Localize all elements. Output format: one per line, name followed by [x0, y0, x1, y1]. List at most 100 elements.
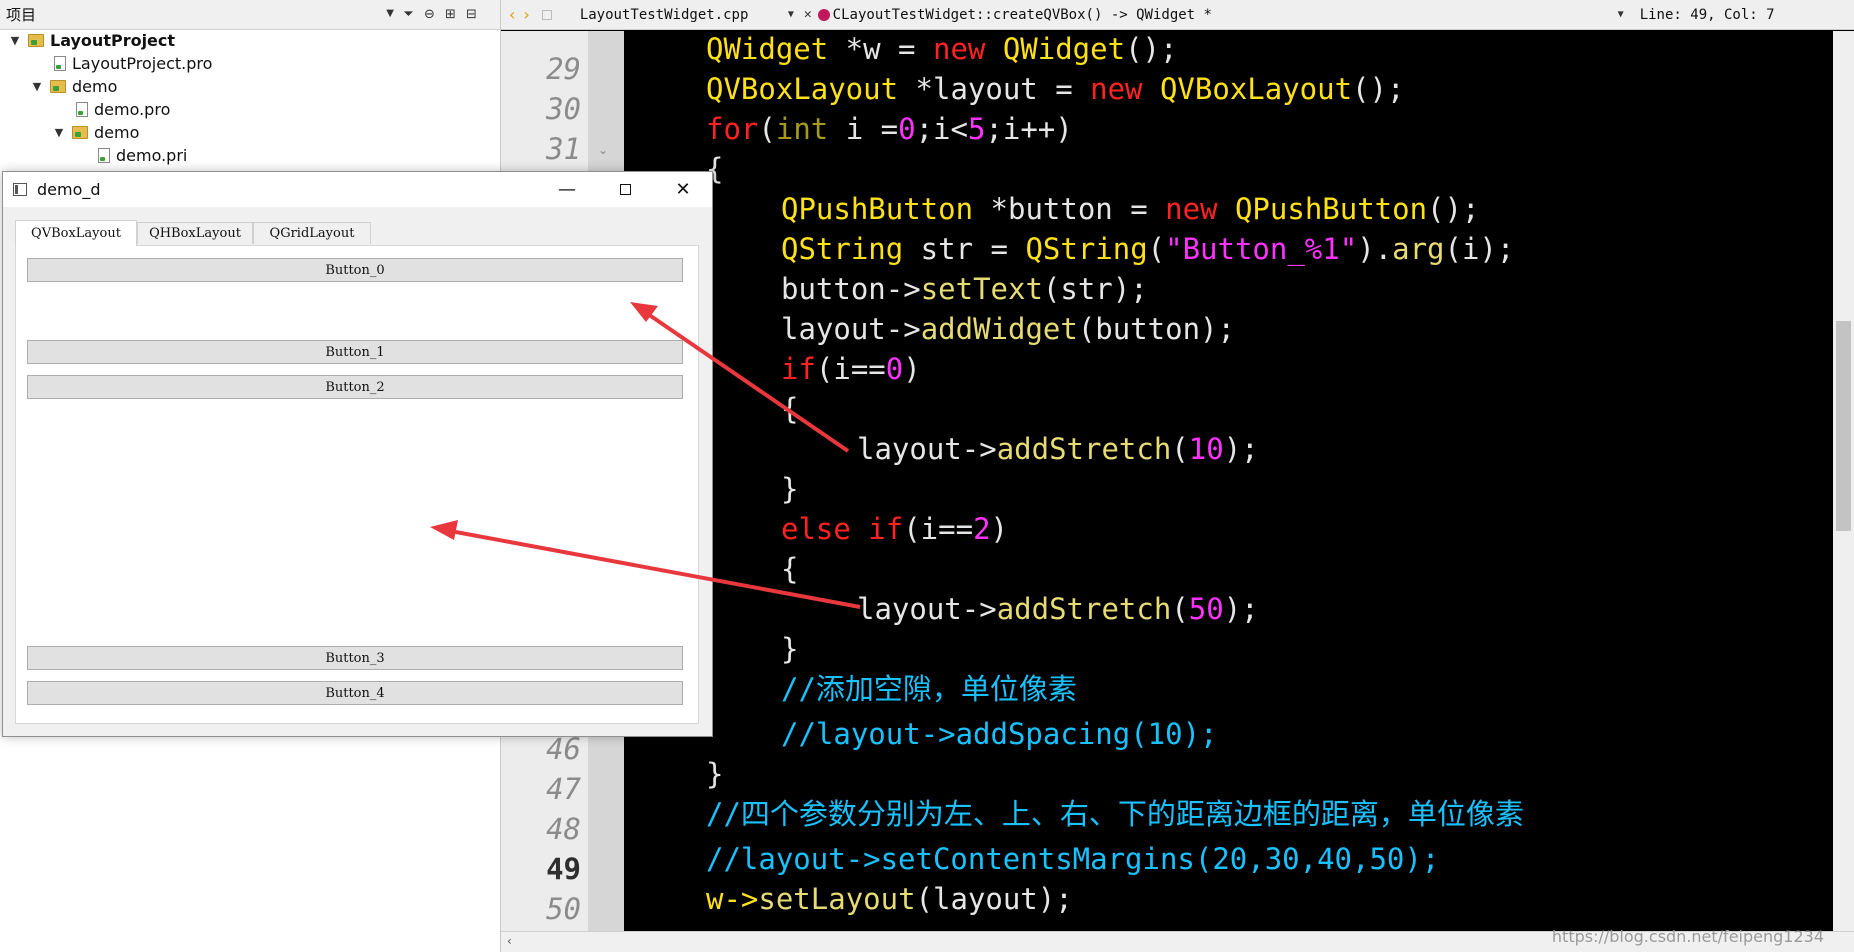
line-number: 29 [546, 52, 581, 86]
code-token: ( [1147, 232, 1166, 266]
code-line-29[interactable]: QWidget *w = new QWidget(); [706, 29, 1177, 69]
code-token: (i== [903, 512, 974, 546]
back-arrow-icon[interactable]: ‹ [509, 5, 515, 24]
button-0[interactable]: Button_0 [27, 258, 683, 282]
code-token: ); [1223, 432, 1259, 466]
code-line-36[interactable]: layout->addWidget(button); [781, 309, 1235, 349]
code-token: setText [920, 272, 1043, 306]
code-comment: //四个参数分别为左、上、右、下的距离边框的距离，单位像素 [706, 797, 1524, 831]
code-token: QWidget [706, 32, 829, 66]
code-line-34[interactable]: QString str = QString("Button_%1").arg(i… [781, 229, 1514, 269]
project-panel-header: 项目 ▼ ⏷ ⊖ ⊞ ⊟ [0, 0, 500, 30]
scroll-left-icon[interactable]: ‹ [507, 934, 512, 948]
code-line-37[interactable]: if(i==0) [781, 349, 921, 389]
minimize-button[interactable]: — [538, 172, 596, 207]
split-icon[interactable]: ⊞ [440, 4, 461, 26]
scrollbar-thumb[interactable] [1836, 321, 1851, 531]
code-line-47[interactable]: } [706, 754, 723, 794]
button-1[interactable]: Button_1 [27, 340, 683, 364]
close-panel-icon[interactable]: ⊟ [461, 4, 482, 26]
tab-qhboxlayout[interactable]: QHBoxLayout [137, 222, 253, 244]
code-line-31[interactable]: for(int i =0;i<5;i++) [706, 109, 1073, 149]
chevron-down-icon[interactable]: ▼ [30, 80, 44, 93]
chevron-down-icon[interactable]: ▼ [1618, 9, 1624, 20]
code-line-45[interactable]: //添加空隙，单位像素 [781, 669, 1077, 709]
code-token: ) [903, 352, 921, 386]
code-line-41[interactable]: else if(i==2) [781, 509, 1008, 549]
code-line-38[interactable]: { [781, 389, 798, 429]
tree-item-demo-pri[interactable]: demo.pri [98, 144, 187, 167]
code-line-42[interactable]: { [781, 549, 798, 589]
function-icon [817, 8, 830, 21]
code-token: button-> [781, 272, 921, 306]
folder-icon [50, 80, 66, 93]
button-3[interactable]: Button_3 [27, 646, 683, 670]
close-icon[interactable]: ✕ [804, 7, 812, 22]
cursor-position[interactable]: Line: 49, Col: 7 [1640, 7, 1775, 23]
code-line-48[interactable]: //四个参数分别为左、上、右、下的距离边框的距离，单位像素 [706, 794, 1524, 834]
code-comment: //添加空隙，单位像素 [781, 672, 1077, 706]
tree-item-layoutproject-pro[interactable]: LayoutProject.pro [54, 52, 212, 75]
code-line-39[interactable]: layout->addStretch(10); [857, 429, 1259, 469]
maximize-icon [619, 184, 631, 195]
tab-qvboxlayout[interactable]: QVBoxLayout [15, 220, 137, 246]
code-token: { [781, 552, 799, 586]
code-token: QPushButton [1217, 192, 1428, 226]
project-icon [28, 34, 44, 47]
vertical-scrollbar[interactable] [1833, 31, 1854, 931]
maximize-button[interactable] [596, 172, 654, 207]
code-line-50[interactable]: w->setLayout(layout); [706, 879, 1073, 919]
button-2[interactable]: Button_2 [27, 375, 683, 399]
code-token: 50 [1188, 592, 1224, 626]
code-line-43[interactable]: layout->addStretch(50); [857, 589, 1259, 629]
code-line-35[interactable]: button->setText(str); [781, 269, 1148, 309]
tab-qgridlayout[interactable]: QGridLayout [253, 222, 371, 244]
button-4[interactable]: Button_4 [27, 681, 683, 705]
tree-item-layoutproject[interactable]: ▼ LayoutProject [8, 29, 175, 52]
watermark: https://blog.csdn.net/feipeng1234 [1551, 927, 1824, 946]
code-token: } [781, 632, 799, 666]
project-panel-title: 项目 [6, 6, 37, 24]
demo-window: demo_d — ✕ QVBoxLayout QHBoxLayout QGrid… [2, 171, 713, 737]
code-token: QPushButton [781, 192, 974, 226]
code-line-30[interactable]: QVBoxLayout *layout = new QVBoxLayout(); [706, 69, 1404, 109]
line-number: 48 [546, 812, 581, 846]
code-token: 0 [885, 352, 904, 386]
code-token: QVBoxLayout [706, 72, 899, 106]
code-token: QString [781, 232, 904, 266]
code-token: *button = [973, 192, 1166, 226]
open-file-selector[interactable]: LayoutTestWidget.cpp [580, 7, 788, 23]
code-comment: //layout->setContentsMargins(20,30,40,50… [706, 842, 1440, 876]
tree-item-demo-folder[interactable]: ▼ demo [30, 75, 118, 98]
fold-toggle-icon[interactable]: ⌄ [598, 143, 608, 157]
pro-file-icon [76, 102, 88, 117]
chevron-down-icon[interactable]: ▼ [52, 126, 66, 139]
tree-item-demo-pro[interactable]: demo.pro [76, 98, 170, 121]
forward-arrow-icon[interactable]: › [523, 5, 529, 24]
tree-item-demo-subfolder[interactable]: ▼ demo [52, 121, 140, 144]
window-title-bar[interactable]: demo_d — ✕ [3, 172, 712, 207]
code-line-33[interactable]: QPushButton *button = new QPushButton(); [781, 189, 1479, 229]
chevron-down-icon[interactable]: ▼ [8, 34, 22, 47]
project-view-selector[interactable]: 项目 ▼ [0, 4, 398, 25]
code-token: 5 [967, 112, 986, 146]
code-token: w-> [706, 882, 759, 916]
close-button[interactable]: ✕ [654, 172, 712, 207]
code-line-46[interactable]: //layout->addSpacing(10); [781, 714, 1218, 754]
code-line-49[interactable]: //layout->setContentsMargins(20,30,40,50… [706, 839, 1439, 879]
code-token: QWidget [985, 32, 1126, 66]
link-icon[interactable]: ⊖ [419, 4, 440, 26]
code-token: ( [1171, 592, 1189, 626]
filter-icon[interactable]: ⏷ [398, 4, 419, 26]
line-number: 50 [546, 892, 581, 926]
code-token: ( [1171, 432, 1189, 466]
chevron-down-icon[interactable]: ▼ [788, 9, 794, 20]
code-token: layout-> [857, 592, 997, 626]
code-token: str = [903, 232, 1026, 266]
code-token: for [706, 112, 759, 146]
code-token: *layout = [898, 72, 1091, 106]
code-line-44[interactable]: } [781, 629, 798, 669]
code-token: (str); [1042, 272, 1148, 306]
code-line-40[interactable]: } [781, 469, 798, 509]
function-symbol-selector[interactable]: CLayoutTestWidget::createQVBox() -> QWid… [833, 7, 1618, 23]
